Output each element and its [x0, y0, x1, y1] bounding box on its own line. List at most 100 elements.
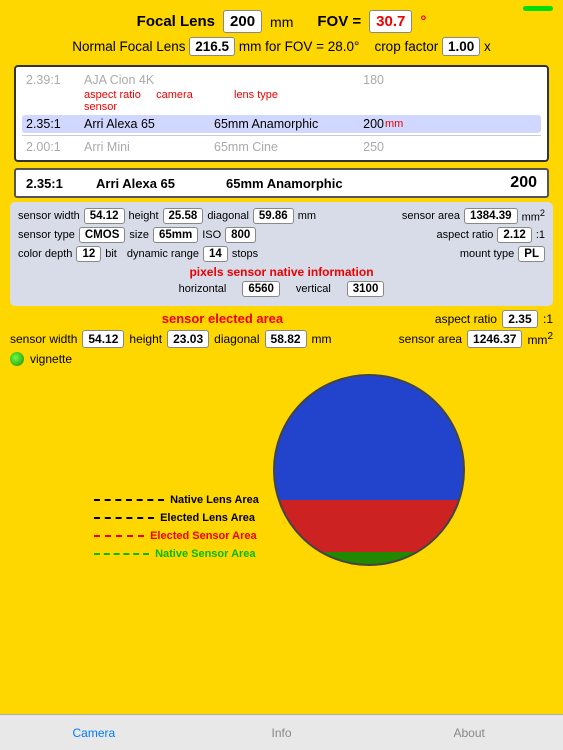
sensor-row-2: sensor type CMOS size 65mm ISO 800 aspec… [18, 227, 545, 243]
v-val[interactable]: 3100 [347, 281, 385, 297]
legend-elected-lens-label: Elected Lens Area [160, 512, 255, 524]
col-hdr-camera: aspect ratio camera sensor [84, 89, 214, 113]
legend-elected-lens: Elected Lens Area [94, 512, 259, 524]
tab-about[interactable]: About [375, 726, 563, 740]
e-diag-val: 58.82 [265, 330, 307, 348]
normal-focal-suffix: for FOV = 28.0° [265, 39, 359, 54]
tab-info[interactable]: Info [188, 726, 376, 740]
size-val[interactable]: 65mm [153, 227, 198, 243]
type-val[interactable]: CMOS [79, 227, 126, 243]
focal-lens-value[interactable]: 200 [223, 10, 262, 33]
h-label: horizontal [179, 283, 227, 295]
area-val: 1384.39 [464, 208, 518, 224]
v-label: vertical [296, 283, 331, 295]
diag-unit: mm [298, 210, 316, 222]
legend-native-lens-label: Native Lens Area [170, 494, 259, 506]
row2-sensor: 65mm Anamorphic [214, 117, 344, 131]
elected-aspect-label: aspect ratio [435, 312, 497, 326]
row2-unit: mm [385, 118, 403, 130]
e-width-val: 54.12 [82, 330, 124, 348]
row1-ratio: 2.39:1 [26, 73, 84, 87]
tab-camera[interactable]: Camera [0, 726, 188, 740]
fov-label: FOV = [317, 13, 361, 30]
type-label: sensor type [18, 229, 75, 241]
width-label: sensor width [18, 210, 80, 222]
e-area-unit: mm2 [527, 331, 553, 347]
vignette-label: vignette [30, 352, 72, 366]
focal-lens-unit: mm [270, 14, 293, 30]
e-diag-unit: mm [312, 332, 332, 346]
sensor-panel: sensor width 54.12 height 25.58 diagonal… [10, 202, 553, 306]
normal-focal-value[interactable]: 216.5 [189, 37, 235, 56]
pixels-title: pixels sensor native information [18, 265, 545, 279]
mount-label: mount type [460, 248, 514, 260]
elected-aspect-row: aspect ratio 2.35 :1 [435, 310, 553, 328]
row1-name: AJA Cion 4K [84, 73, 214, 87]
h-val[interactable]: 6560 [242, 281, 280, 297]
normal-focal-label: Normal Focal Lens [72, 39, 185, 54]
dynamic-label: dynamic range [127, 248, 199, 260]
col-hdr-lens: lens type [234, 89, 278, 113]
elected-title: sensor elected area [10, 311, 435, 326]
vignette-row: vignette [10, 352, 553, 366]
row3-name: Arri Mini [84, 140, 214, 154]
elected-aspect-val: 2.35 [502, 310, 537, 328]
normal-focal-unit: mm [239, 39, 262, 54]
camera-table: 2.39:1 AJA Cion 4K 180 aspect ratio came… [14, 65, 549, 162]
crop-value[interactable]: 1.00 [442, 37, 480, 56]
fov-unit: ° [420, 13, 426, 30]
legend-wrap: Native Lens Area Elected Lens Area Elect… [94, 494, 259, 570]
size-label: size [129, 229, 149, 241]
e-width-label: sensor width [10, 332, 77, 346]
row3-ratio: 2.00:1 [26, 140, 84, 154]
selected-name: Arri Alexa 65 [96, 176, 226, 191]
row2-ratio: 2.35:1 [26, 117, 84, 131]
color-label: color depth [18, 248, 72, 260]
pie-chart [269, 370, 469, 570]
elected-aspect-unit: :1 [543, 312, 553, 326]
row1-mm: 180 [344, 73, 384, 87]
aspect-label: aspect ratio [437, 229, 494, 241]
vignette-dot [10, 352, 24, 366]
tab-bar: Camera Info About [0, 714, 563, 750]
legend-elected-sensor-label: Elected Sensor Area [150, 530, 257, 542]
normal-focal-line: Normal Focal Lens 216.5 mm for FOV = 28.… [0, 37, 563, 61]
area-unit: mm2 [522, 208, 545, 224]
legend-native-lens: Native Lens Area [94, 494, 259, 506]
color-val[interactable]: 12 [76, 246, 101, 262]
row2-mm: 200 [344, 117, 384, 131]
focal-lens-label: Focal Lens [137, 13, 215, 30]
diag-val[interactable]: 59.86 [253, 208, 294, 224]
dynamic-val[interactable]: 14 [203, 246, 228, 262]
selected-ratio: 2.35:1 [26, 176, 96, 191]
row2-name: Arri Alexa 65 [84, 117, 214, 131]
e-height-val: 23.03 [167, 330, 209, 348]
camera-row-3[interactable]: 2.00:1 Arri Mini 65mm Cine 250 [22, 138, 541, 156]
elected-details-row: sensor width 54.12 height 23.03 diagonal… [10, 330, 553, 348]
focal-lens-bar: Focal Lens 200 mm FOV = 30.7 ° [0, 0, 563, 37]
e-area-val: 1246.37 [467, 330, 522, 348]
mount-val[interactable]: PL [518, 246, 545, 262]
height-label: height [129, 210, 159, 222]
chart-area: vignette Native Lens Area Elected Lens A… [10, 352, 553, 570]
sensor-row-1: sensor width 54.12 height 25.58 diagonal… [18, 208, 545, 224]
camera-row-1[interactable]: 2.39:1 AJA Cion 4K 180 [22, 71, 541, 89]
e-area-label: sensor area [399, 332, 462, 346]
e-height-label: height [129, 332, 162, 346]
col-hdr-ratio [26, 89, 84, 113]
iso-val[interactable]: 800 [225, 227, 256, 243]
dynamic-unit: stops [232, 248, 258, 260]
sensor-row-3: color depth 12 bit dynamic range 14 stop… [18, 246, 545, 262]
legend-native-sensor: Native Sensor Area [94, 548, 259, 560]
legend-elected-sensor: Elected Sensor Area [94, 530, 259, 542]
height-val[interactable]: 25.58 [163, 208, 204, 224]
e-diag-label: diagonal [214, 332, 259, 346]
width-val[interactable]: 54.12 [84, 208, 125, 224]
selected-mm: 200 [510, 174, 537, 192]
camera-row-2[interactable]: 2.35:1 Arri Alexa 65 65mm Anamorphic 200… [22, 115, 541, 133]
fov-value[interactable]: 30.7 [369, 10, 412, 33]
area-label: sensor area [402, 210, 460, 222]
sensor-row-4: horizontal 6560 vertical 3100 [18, 281, 545, 297]
column-headers: aspect ratio camera sensor lens type [22, 89, 541, 115]
chart-container: Native Lens Area Elected Lens Area Elect… [10, 370, 553, 570]
